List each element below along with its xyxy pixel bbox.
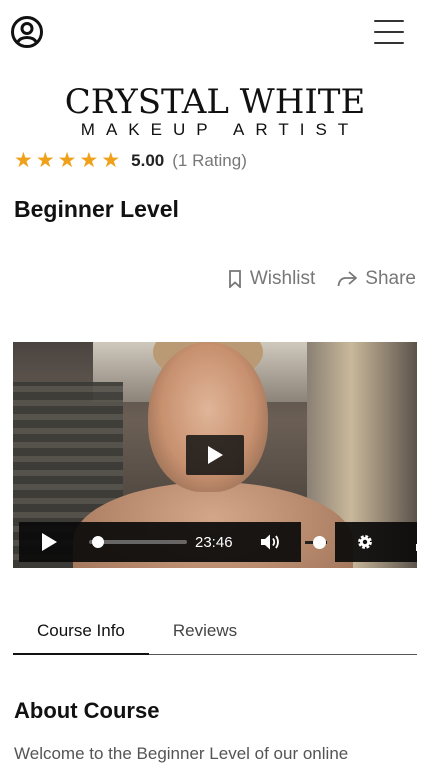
wishlist-label: Wishlist	[249, 268, 316, 289]
logo-title: CRYSTAL WHITE	[64, 82, 366, 122]
volume-icon	[260, 534, 279, 550]
course-video-player[interactable]: 23:46	[13, 342, 417, 568]
brand-logo[interactable]: CRYSTAL WHITE MAKEUP ARTIST	[0, 82, 430, 140]
course-actions: Wishlist Share	[228, 268, 416, 290]
progress-track	[89, 536, 187, 548]
account-button[interactable]	[10, 15, 44, 49]
play-icon	[208, 446, 223, 464]
bookmark-icon	[228, 270, 241, 288]
star-icon: ★	[35, 149, 55, 172]
big-play-button[interactable]	[186, 435, 244, 475]
rating-count: (1 Rating)	[172, 150, 247, 170]
user-circle-icon	[11, 16, 43, 48]
video-time: 23:46	[195, 522, 241, 562]
about-course-text: Welcome to the Beginner Level of our onl…	[14, 744, 349, 763]
tab-course-info[interactable]: Course Info	[13, 613, 149, 655]
star-icon: ★	[14, 149, 33, 172]
volume-button[interactable]	[240, 522, 301, 562]
star-icon: ★	[101, 149, 121, 172]
rating-stars: ★ ★ ★ ★ ★	[14, 150, 120, 171]
volume-slider[interactable]	[301, 522, 335, 562]
share-icon	[337, 271, 358, 287]
play-icon	[42, 533, 57, 551]
about-course-title: About Course	[14, 698, 160, 723]
wishlist-button[interactable]: Wishlist	[228, 268, 315, 290]
video-controls: 23:46	[19, 522, 417, 562]
settings-button[interactable]	[334, 522, 395, 562]
progress-bar[interactable]	[79, 522, 195, 562]
rating-value: 5.00	[131, 150, 165, 170]
hamburger-menu-icon[interactable]	[374, 20, 404, 46]
share-label: Share	[365, 268, 416, 289]
course-rating: ★ ★ ★ ★ ★ 5.00 (1 Rating)	[14, 150, 247, 171]
progress-handle[interactable]	[92, 536, 104, 548]
gear-icon	[357, 535, 372, 549]
course-title: Beginner Level	[14, 196, 179, 222]
tab-reviews[interactable]: Reviews	[149, 613, 261, 654]
logo-subtitle: MAKEUP ARTIST	[80, 120, 360, 139]
fullscreen-button[interactable]	[394, 522, 417, 562]
header	[0, 0, 430, 68]
share-button[interactable]: Share	[337, 268, 416, 290]
course-tabs: Course Info Reviews	[13, 613, 417, 655]
fullscreen-icon	[415, 544, 417, 551]
star-icon: ★	[79, 149, 99, 172]
play-button[interactable]	[19, 522, 79, 562]
volume-handle[interactable]	[312, 536, 326, 549]
star-icon: ★	[57, 149, 77, 172]
